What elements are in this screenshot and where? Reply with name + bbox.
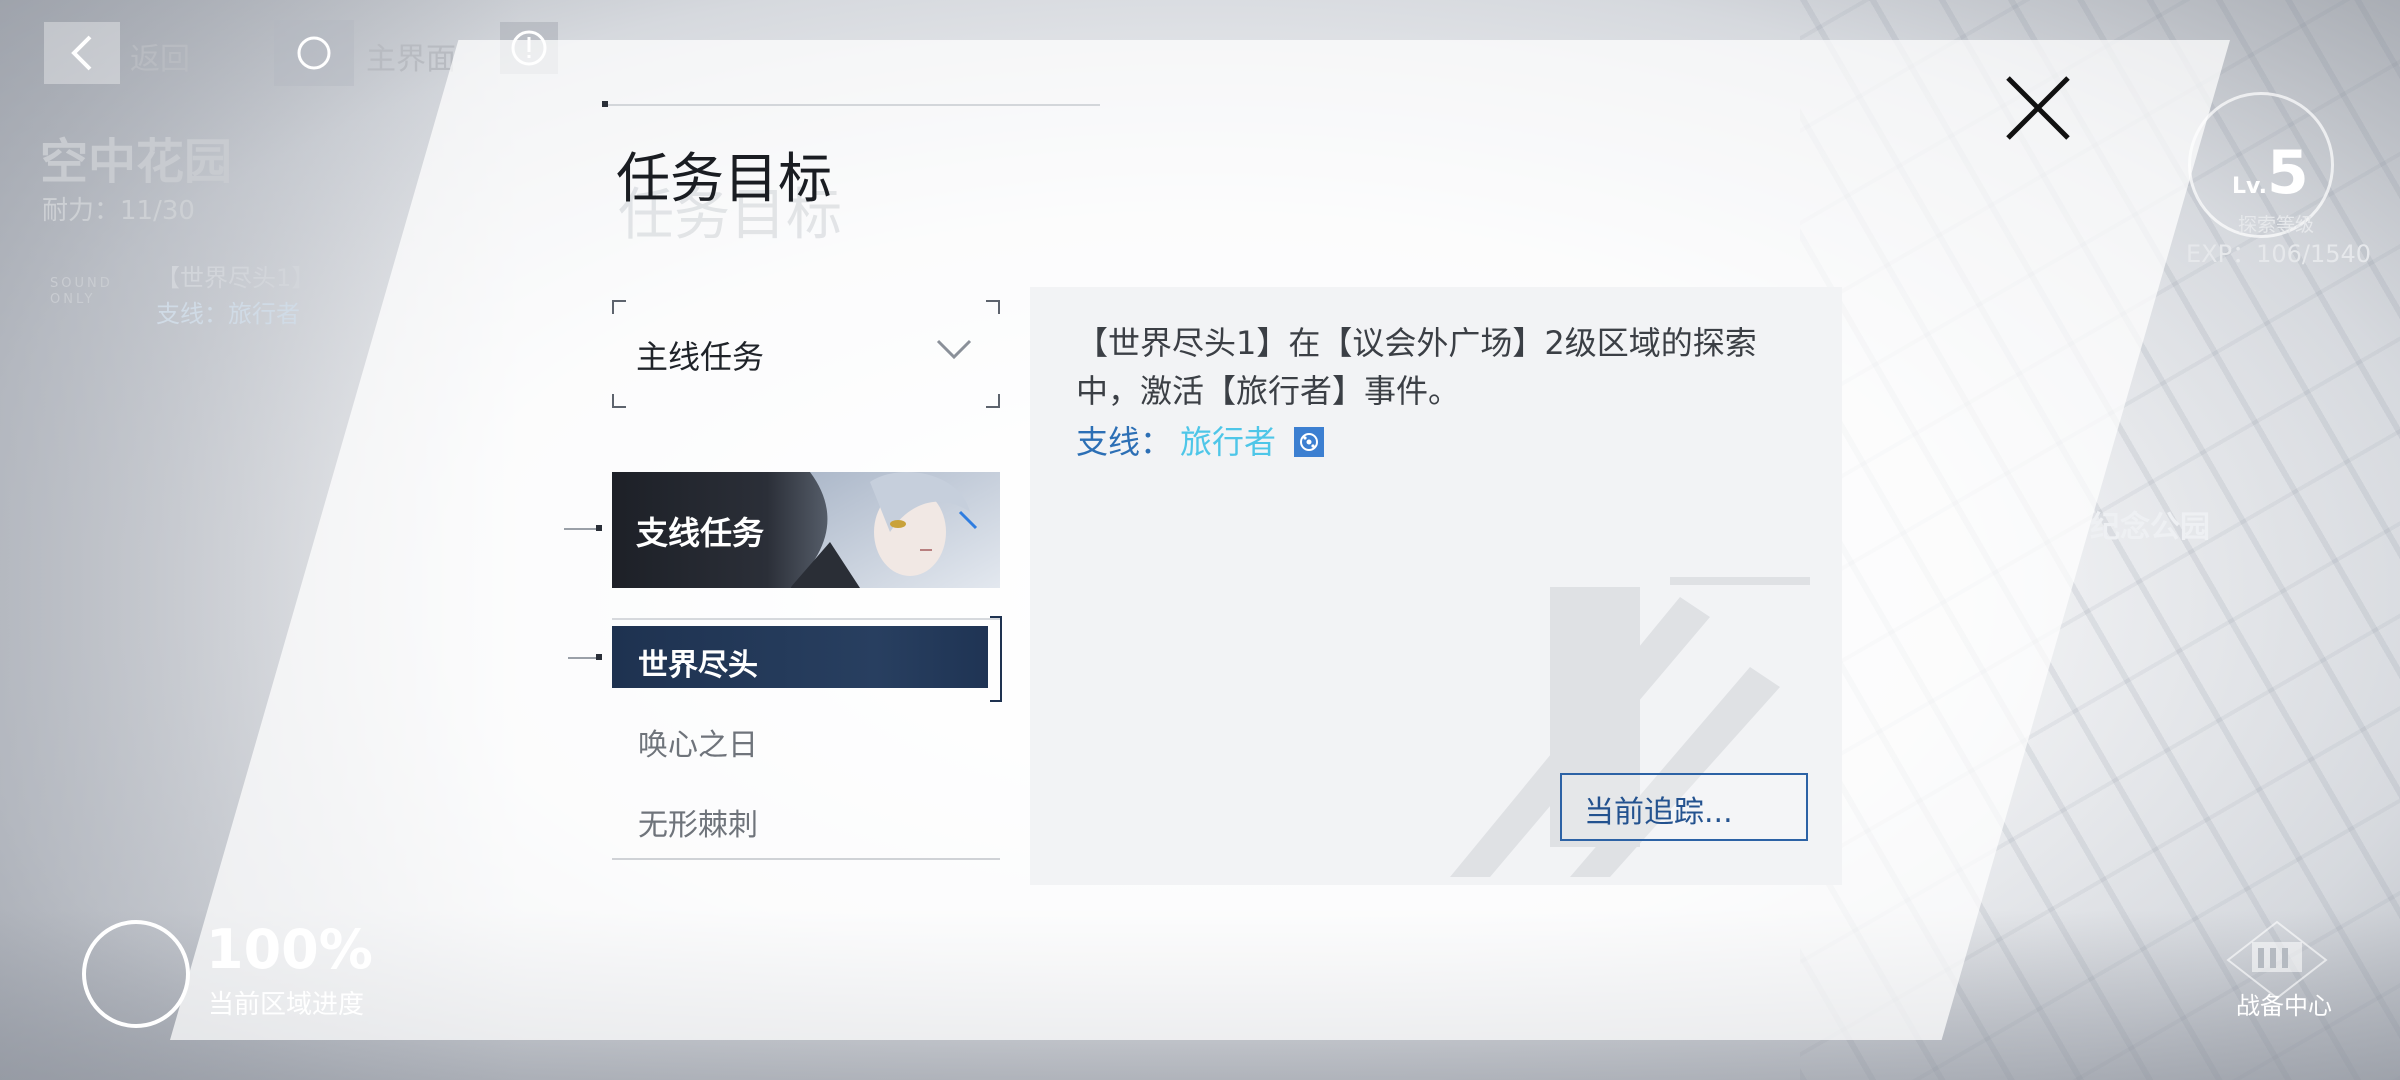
branch-locate-icon[interactable]	[1294, 427, 1325, 457]
sound-only-label: SOUND ONLY	[50, 276, 113, 307]
stamina-text: 耐力：11/30	[42, 196, 195, 226]
side-quest-note: 【世界尽头1】	[156, 264, 316, 292]
title-rule	[604, 104, 1100, 106]
branch-link[interactable]: 旅行者	[1180, 423, 1276, 461]
banner-connector-marker	[596, 525, 602, 531]
close-icon	[2006, 76, 2070, 140]
exploration-level-label: 探索等级	[2238, 214, 2315, 236]
dropdown-corner	[612, 300, 626, 314]
dropdown-corner	[612, 394, 626, 408]
location-label: 纪念公园	[2090, 510, 2210, 545]
side-mission-label: 支线任务	[636, 514, 765, 552]
close-button[interactable]	[2002, 72, 2074, 144]
dropdown-corner	[986, 300, 1000, 314]
quest-item-label: 唤心之日	[638, 728, 758, 763]
dropdown-label: 主线任务	[636, 338, 765, 376]
dropdown-corner	[986, 394, 1000, 408]
area-name: 空中花园	[40, 134, 233, 190]
quest-objective-text: 【世界尽头1】在【议会外广场】2级区域的探索中，激活【旅行者】事件。	[1076, 324, 1757, 410]
banner-connector	[564, 528, 598, 530]
quest-item-formless-thorn[interactable]: 无形棘刺	[612, 786, 988, 848]
area-progress-percent: 100%	[206, 918, 373, 981]
area-progress-button[interactable]	[82, 920, 190, 1028]
chevron-down-icon	[936, 339, 972, 360]
exp-text: EXP：106/1540	[2186, 240, 2372, 268]
quest-item-label: 无形棘刺	[638, 808, 758, 843]
title-rule-marker	[602, 101, 608, 107]
quest-connector-marker	[596, 654, 602, 660]
branch-label: 支线：	[1076, 423, 1173, 461]
area-progress-label: 当前区域进度	[208, 990, 365, 1020]
page-title: 任务目标	[616, 147, 832, 210]
quest-item-world-end[interactable]: 世界尽头	[612, 626, 988, 688]
character-portrait	[790, 472, 1000, 588]
mission-type-dropdown[interactable]: 主线任务	[612, 300, 1000, 408]
home-button[interactable]	[274, 20, 354, 86]
side-branch-note: 支线：旅行者	[156, 300, 300, 328]
quest-detail-panel: 【世界尽头1】在【议会外广场】2级区域的探索中，激活【旅行者】事件。 支线： 旅行…	[1030, 287, 1842, 885]
back-button[interactable]	[44, 22, 120, 84]
side-mission-tab[interactable]: 支线任务	[612, 472, 1000, 588]
circle-icon	[297, 36, 331, 70]
quest-connector	[568, 657, 596, 659]
home-label: 主界面	[366, 42, 456, 77]
list-divider	[612, 618, 1000, 620]
quest-item-label: 世界尽头	[638, 648, 758, 683]
branch-line: 支线： 旅行者	[1076, 417, 1325, 463]
active-quest-bracket	[990, 616, 1002, 702]
exploration-level: Lv.5	[2232, 138, 2309, 208]
armory-label: 战备中心	[2236, 992, 2332, 1020]
chevron-left-icon	[71, 35, 92, 71]
back-label: 返回	[130, 42, 190, 77]
track-quest-label: 当前追踪...	[1584, 795, 1733, 830]
quest-item-awakening-day[interactable]: 唤心之日	[612, 706, 988, 768]
list-divider	[612, 858, 1000, 860]
track-quest-button[interactable]: 当前追踪...	[1560, 773, 1808, 841]
